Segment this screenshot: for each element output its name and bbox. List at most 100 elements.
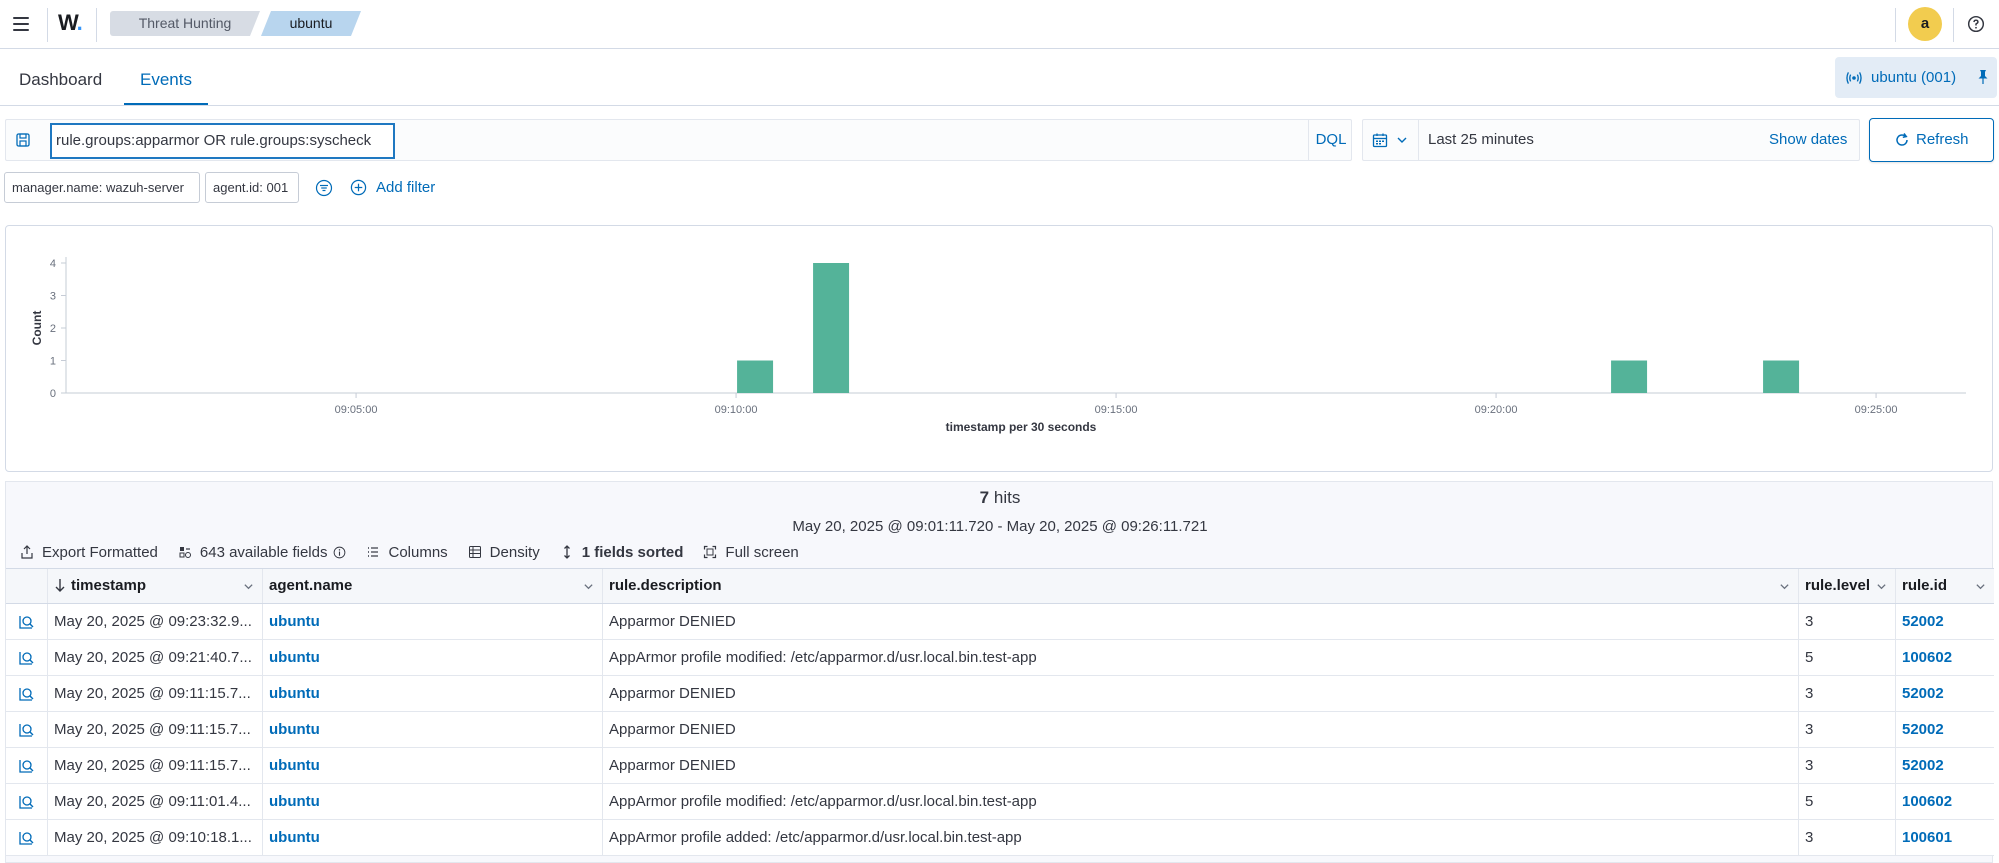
cell-rule-id[interactable]: 52002 <box>1896 748 1994 783</box>
cell-agent-name[interactable]: ubuntu <box>263 604 603 639</box>
agent-name-link[interactable]: ubuntu <box>269 685 320 702</box>
cell-rule-id[interactable]: 100602 <box>1896 640 1994 675</box>
column-header-rule-level[interactable]: rule.level <box>1799 569 1896 603</box>
agent-name-link[interactable]: ubuntu <box>269 829 320 846</box>
cell-rule-id[interactable]: 100601 <box>1896 820 1994 855</box>
filter-pill-manager-name[interactable]: manager.name: wazuh-server <box>4 172 200 203</box>
expand-cell[interactable] <box>6 748 48 783</box>
chevron-down-icon <box>1397 137 1407 143</box>
breadcrumb-ubuntu[interactable]: ubuntu <box>261 11 361 36</box>
pin-icon[interactable] <box>1975 69 1991 85</box>
agent-name-link[interactable]: ubuntu <box>269 721 320 738</box>
agent-name-link[interactable]: ubuntu <box>269 613 320 630</box>
rule-id-link[interactable]: 100602 <box>1902 793 1952 810</box>
tab-dashboard[interactable]: Dashboard <box>3 50 118 105</box>
table-row[interactable]: May 20, 2025 @ 09:11:15.7... ubuntu Apparm… <box>6 748 1994 784</box>
list-icon <box>368 547 379 557</box>
columns-button[interactable]: Columns <box>366 544 448 561</box>
user-avatar[interactable]: a <box>1908 7 1942 41</box>
cell-agent-name[interactable]: ubuntu <box>263 784 603 819</box>
table-row[interactable]: May 20, 2025 @ 09:23:32.9... ubuntu Apparm… <box>6 604 1994 640</box>
table-row[interactable]: May 20, 2025 @ 09:10:18.1... ubuntu AppArm… <box>6 820 1994 856</box>
cell-agent-name[interactable]: ubuntu <box>263 640 603 675</box>
cell-agent-name[interactable]: ubuntu <box>263 712 603 747</box>
table-row[interactable]: May 20, 2025 @ 09:11:15.7... ubuntu Apparm… <box>6 712 1994 748</box>
calendar-icon <box>1372 133 1388 148</box>
selected-agent-label: ubuntu (001) <box>1871 69 1957 86</box>
agent-name-link[interactable]: ubuntu <box>269 649 320 666</box>
cell-rule-level: 3 <box>1799 676 1896 711</box>
expand-document-icon[interactable] <box>17 613 35 631</box>
export-formatted-button[interactable]: Export Formatted <box>20 544 158 561</box>
selected-agent-pill[interactable]: ubuntu (001) <box>1835 57 1997 98</box>
refresh-button[interactable]: Refresh <box>1869 118 1994 162</box>
expand-document-icon[interactable] <box>17 685 35 703</box>
expand-cell[interactable] <box>6 784 48 819</box>
expand-cell[interactable] <box>6 604 48 639</box>
rule-id-link[interactable]: 100601 <box>1902 829 1952 846</box>
density-button[interactable]: Density <box>468 544 540 561</box>
help-icon[interactable] <box>1967 15 1985 33</box>
column-header-timestamp[interactable]: timestamp <box>48 569 263 603</box>
hamburger-menu-icon[interactable] <box>10 12 34 36</box>
agent-name-link[interactable]: ubuntu <box>269 757 320 774</box>
chevron-down-icon[interactable] <box>1975 581 1986 592</box>
wazuh-logo[interactable]: W. <box>58 10 83 36</box>
expand-document-icon[interactable] <box>17 757 35 775</box>
rule-id-link[interactable]: 100602 <box>1902 649 1952 666</box>
expand-document-icon[interactable] <box>17 793 35 811</box>
refresh-icon <box>1896 133 1908 146</box>
sort-fields-button[interactable]: 1 fields sorted <box>560 544 683 561</box>
header-divider <box>1953 8 1954 42</box>
cell-rule-id[interactable]: 100602 <box>1896 784 1994 819</box>
expand-cell[interactable] <box>6 640 48 675</box>
y-tick-label: 3 <box>50 291 56 303</box>
available-fields-button[interactable]: 643 available fields <box>178 544 347 561</box>
cell-agent-name[interactable]: ubuntu <box>263 748 603 783</box>
expand-cell[interactable] <box>6 820 48 855</box>
cell-rule-id[interactable]: 52002 <box>1896 676 1994 711</box>
expand-document-icon[interactable] <box>17 829 35 847</box>
rule-id-link[interactable]: 52002 <box>1902 685 1944 702</box>
info-icon[interactable] <box>333 546 346 559</box>
quick-select-button[interactable] <box>1363 120 1419 160</box>
header-expand-column <box>6 569 48 603</box>
expand-cell[interactable] <box>6 676 48 711</box>
sort-descending-icon[interactable] <box>54 578 66 592</box>
expand-document-icon[interactable] <box>17 721 35 739</box>
x-axis-title: timestamp per 30 seconds <box>946 420 1097 434</box>
full-screen-button[interactable]: Full screen <box>703 544 799 561</box>
chevron-down-icon[interactable] <box>243 581 254 592</box>
search-query-input[interactable]: rule.groups:apparmor OR rule.groups:sysc… <box>50 123 395 159</box>
chevron-down-icon[interactable] <box>1779 581 1790 592</box>
cell-rule-description: Apparmor DENIED <box>603 604 1799 639</box>
chevron-down-icon[interactable] <box>583 581 594 592</box>
expand-cell[interactable] <box>6 712 48 747</box>
filter-pill-agent-id[interactable]: agent.id: 001 <box>205 172 299 203</box>
table-row[interactable]: May 20, 2025 @ 09:11:01.4... ubuntu AppArm… <box>6 784 1994 820</box>
table-row[interactable]: May 20, 2025 @ 09:21:40.7... ubuntu AppArm… <box>6 640 1994 676</box>
cell-rule-level: 3 <box>1799 820 1896 855</box>
column-header-rule-id[interactable]: rule.id <box>1896 569 1994 603</box>
cell-agent-name[interactable]: ubuntu <box>263 820 603 855</box>
table-row[interactable]: May 20, 2025 @ 09:11:15.7... ubuntu Apparm… <box>6 676 1994 712</box>
show-dates-link[interactable]: Show dates <box>1769 120 1847 160</box>
query-language-button[interactable]: DQL <box>1308 120 1353 160</box>
cell-rule-id[interactable]: 52002 <box>1896 712 1994 747</box>
rule-id-link[interactable]: 52002 <box>1902 613 1944 630</box>
expand-document-icon[interactable] <box>17 649 35 667</box>
save-query-icon[interactable] <box>15 132 31 148</box>
chevron-down-icon[interactable] <box>1876 581 1887 592</box>
rule-id-link[interactable]: 52002 <box>1902 757 1944 774</box>
time-range-label[interactable]: Last 25 minutes <box>1428 120 1534 160</box>
filter-menu-icon[interactable] <box>315 179 333 197</box>
add-filter-button[interactable]: Add filter <box>350 177 435 199</box>
cell-rule-id[interactable]: 52002 <box>1896 604 1994 639</box>
agent-name-link[interactable]: ubuntu <box>269 793 320 810</box>
tab-events[interactable]: Events <box>124 50 208 105</box>
rule-id-link[interactable]: 52002 <box>1902 721 1944 738</box>
column-header-rule-description[interactable]: rule.description <box>603 569 1799 603</box>
breadcrumb-threat-hunting[interactable]: Threat Hunting <box>110 11 260 36</box>
column-header-agent-name[interactable]: agent.name <box>263 569 603 603</box>
cell-agent-name[interactable]: ubuntu <box>263 676 603 711</box>
